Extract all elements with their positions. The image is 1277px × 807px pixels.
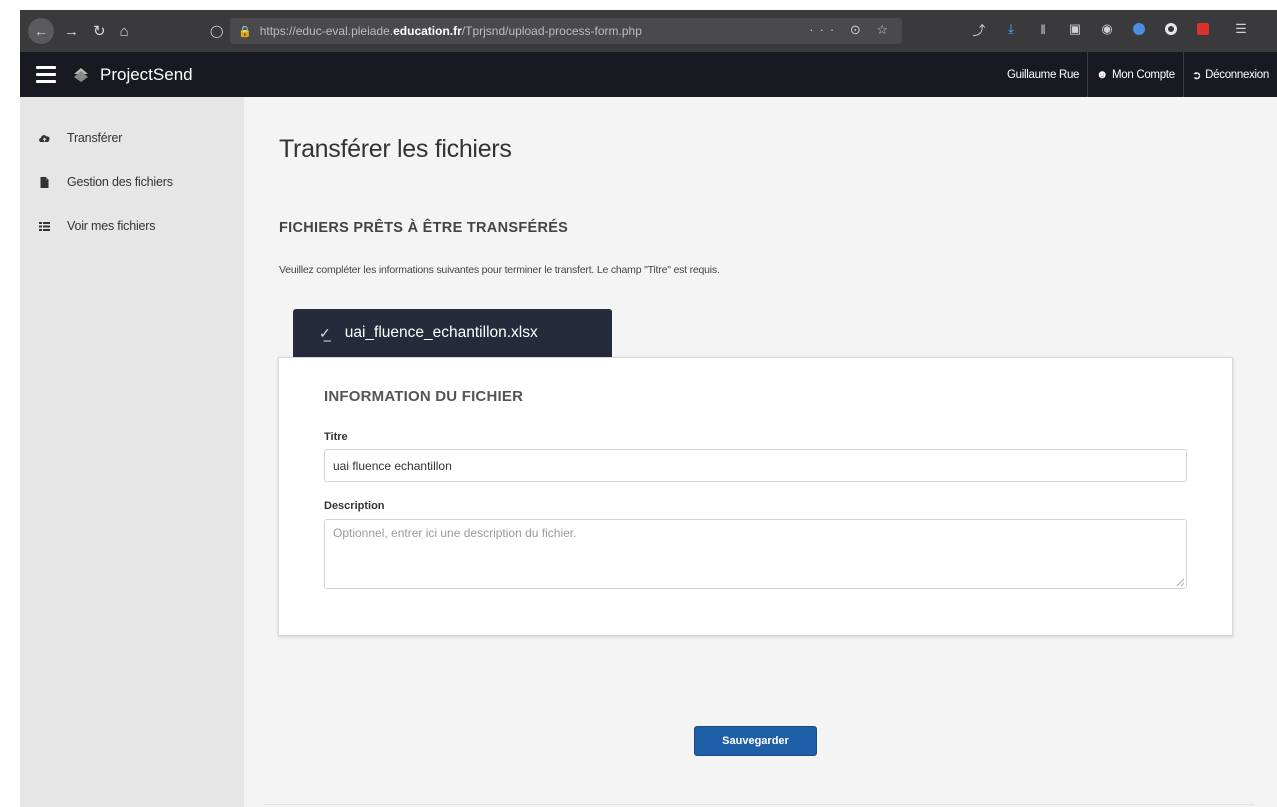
app-header: ProjectSend Guillaume Rue ☻ Mon Compte ➲…: [20, 52, 1277, 97]
section-title: FICHIERS PRÊTS À ÊTRE TRANSFÉRÉS: [279, 220, 569, 236]
description-label: Description: [324, 500, 385, 512]
url-path: /Tprjsnd/upload-process-form.php: [461, 24, 642, 38]
user-circle-icon: ☻: [1096, 68, 1108, 81]
file-tab-filename: uai_fluence_echantillon.xlsx: [344, 324, 538, 341]
footer-divider: [264, 804, 1254, 805]
forward-arrow-icon[interactable]: →: [64, 19, 79, 43]
url-domain: education.fr: [393, 24, 462, 38]
extension-white-icon[interactable]: [1162, 20, 1180, 38]
title-label: Titre: [324, 431, 348, 443]
download-icon[interactable]: ⤓: [1002, 20, 1020, 38]
library-icon[interactable]: ‖: [1034, 20, 1052, 38]
browser-toolbar: ← → ↻ ⌂ ◯ 🔒 https://educ-eval.pleiade.ed…: [20, 10, 1277, 52]
card-title: INFORMATION DU FICHIER: [324, 388, 524, 405]
back-arrow-icon[interactable]: ←: [28, 18, 54, 44]
main-content: Transférer les fichiers FICHIERS PRÊTS À…: [244, 97, 1277, 807]
extension-blue-icon[interactable]: [1130, 20, 1148, 38]
reader-view-icon[interactable]: ▣: [1066, 20, 1084, 38]
logout-link[interactable]: ➲ Déconnexion: [1182, 52, 1277, 97]
url-text: https://educ-eval.pleiade.education.fr/T…: [260, 24, 642, 38]
sidebar-item-label: Voir mes fichiers: [67, 219, 156, 233]
browser-extensions: ⤴ ⤓ ‖ ▣ ◉ ☰: [970, 20, 1250, 38]
sidebar-item-voir-fichiers[interactable]: Voir mes fichiers: [20, 215, 244, 237]
header-user-menu: Guillaume Rue ☻ Mon Compte ➲ Déconnexion: [999, 52, 1277, 97]
account-icon[interactable]: ◉: [1098, 20, 1116, 38]
app-name[interactable]: ProjectSend: [100, 65, 193, 85]
file-icon: [40, 176, 49, 188]
instructions-text: Veuillez compléter les informations suiv…: [279, 264, 720, 276]
wrench-icon[interactable]: ⤴: [970, 20, 988, 38]
description-textarea[interactable]: [324, 519, 1187, 589]
sidebar-item-label: Transférer: [67, 131, 123, 145]
lock-icon: 🔒: [238, 25, 252, 38]
home-icon[interactable]: ⌂: [120, 19, 129, 43]
page-title: Transférer les fichiers: [279, 135, 512, 163]
cloud-upload-icon: [39, 134, 50, 142]
title-input[interactable]: [324, 449, 1187, 482]
page-actions[interactable]: ··· ⊙ ☆: [809, 22, 894, 38]
shield-icon[interactable]: ◯: [210, 19, 223, 43]
screen-frame: ← → ↻ ⌂ ◯ 🔒 https://educ-eval.pleiade.ed…: [20, 10, 1277, 807]
projectsend-logo-icon: [74, 67, 88, 82]
sidebar: Transférer Gestion des fichiers Voir mes…: [20, 97, 244, 807]
url-prefix: https://educ-eval.pleiade.: [259, 24, 394, 38]
reload-icon[interactable]: ↻: [93, 19, 106, 43]
pdf-extension-icon[interactable]: [1194, 20, 1212, 38]
file-tab[interactable]: ✓̲ uai_fluence_echantillon.xlsx: [293, 309, 612, 357]
sidebar-item-label: Gestion des fichiers: [67, 175, 173, 189]
account-link[interactable]: ☻ Mon Compte: [1087, 52, 1183, 97]
sidebar-item-gestion-fichiers[interactable]: Gestion des fichiers: [20, 171, 244, 193]
hamburger-menu-icon[interactable]: [36, 66, 56, 83]
list-icon: [39, 221, 50, 231]
logout-label: Déconnexion: [1205, 68, 1269, 81]
sidebar-item-transferer[interactable]: Transférer: [20, 127, 244, 149]
account-label: Mon Compte: [1111, 68, 1175, 81]
file-info-card: INFORMATION DU FICHIER Titre Description: [278, 357, 1233, 636]
menu-icon[interactable]: ☰: [1232, 20, 1250, 38]
user-name: Guillaume Rue: [1006, 68, 1080, 81]
save-button[interactable]: Sauvegarder: [694, 726, 817, 756]
url-bar[interactable]: 🔒 https://educ-eval.pleiade.education.fr…: [230, 18, 902, 44]
logout-icon: ➲: [1191, 69, 1202, 82]
checkmark-underline-icon: ✓̲: [319, 324, 331, 341]
resize-handle-icon[interactable]: [1175, 577, 1185, 587]
